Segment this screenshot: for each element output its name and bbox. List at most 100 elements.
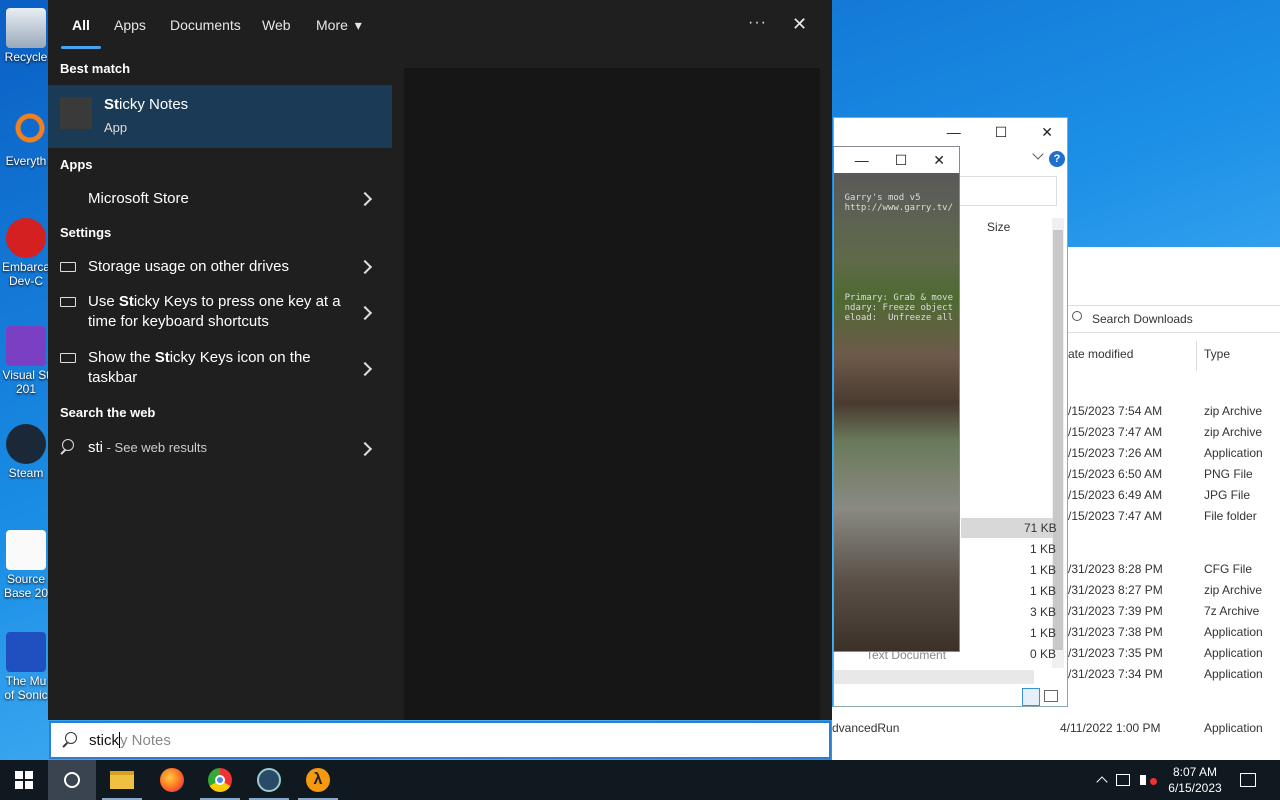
windows-logo-icon bbox=[15, 771, 33, 789]
type-column-header[interactable]: Type bbox=[1204, 347, 1230, 361]
desktop-icon-devcpp[interactable]: Embarca Dev-C bbox=[0, 218, 52, 288]
tab-more[interactable]: More ▾ bbox=[316, 17, 362, 34]
keyboard-icon bbox=[60, 353, 76, 363]
preview-pane bbox=[404, 68, 820, 720]
file-date: /15/2023 6:49 AM bbox=[1068, 488, 1163, 502]
desktop-icon-label: Embarca Dev-C bbox=[1, 260, 51, 288]
tab-web[interactable]: Web bbox=[262, 17, 291, 33]
search-icon bbox=[1072, 311, 1082, 321]
large-icons-view-icon[interactable] bbox=[1044, 690, 1058, 702]
desktop-icon-source-sdk[interactable]: Source Base 20 bbox=[0, 530, 52, 600]
vertical-scrollbar[interactable] bbox=[1052, 218, 1064, 668]
search-downloads-field[interactable]: Search Downloads bbox=[1068, 305, 1280, 333]
file-date: 4/11/2022 1:00 PM bbox=[1060, 721, 1161, 735]
result-label: Microsoft Store bbox=[88, 190, 189, 207]
action-center-button[interactable] bbox=[1226, 760, 1270, 800]
best-match-sticky-notes[interactable]: Sticky Notes App bbox=[48, 85, 392, 148]
folder-icon bbox=[110, 771, 134, 789]
game-viewport[interactable]: Garry's mod v5 http://www.garry.tv/ Prim… bbox=[834, 173, 959, 651]
chevron-up-icon[interactable] bbox=[1096, 776, 1108, 788]
result-sticky-keys-shortcut[interactable]: Use Sticky Keys to press one key at a ti… bbox=[48, 292, 392, 336]
recycle-bin-icon bbox=[6, 8, 46, 48]
result-label: sti - See web results bbox=[88, 439, 208, 456]
tab-apps[interactable]: Apps bbox=[114, 17, 146, 33]
minimize-icon[interactable]: — bbox=[855, 152, 869, 168]
taskbar: λ 8:07 AM 6/15/2023 bbox=[0, 760, 1280, 800]
clock-date: 6/15/2023 bbox=[1168, 781, 1222, 795]
date-modified-column-header[interactable]: ate modified bbox=[1068, 347, 1133, 361]
help-icon[interactable]: ? bbox=[1049, 151, 1065, 167]
chevron-right-icon[interactable] bbox=[357, 441, 373, 457]
taskbar-firefox[interactable] bbox=[148, 760, 196, 800]
taskbar-file-explorer[interactable] bbox=[98, 760, 146, 800]
taskbar-clock[interactable]: 8:07 AM 6/15/2023 bbox=[1160, 764, 1230, 796]
notification-icon bbox=[1240, 773, 1256, 787]
file-size: 3 KB bbox=[1030, 605, 1057, 619]
file-icon bbox=[6, 530, 46, 570]
file-type: zip Archive bbox=[1204, 425, 1263, 439]
result-storage-usage[interactable]: Storage usage on other drives bbox=[48, 254, 392, 278]
result-microsoft-store[interactable]: Microsoft Store bbox=[48, 186, 392, 210]
search-icon-handle bbox=[62, 742, 68, 748]
storage-icon bbox=[60, 262, 76, 272]
file-type: CFG File bbox=[1204, 562, 1252, 576]
tab-documents[interactable]: Documents bbox=[170, 17, 241, 33]
minimize-icon[interactable]: — bbox=[947, 124, 961, 140]
close-icon[interactable]: ✕ bbox=[933, 152, 945, 169]
file-size: 71 KB bbox=[1024, 521, 1057, 535]
maximize-icon[interactable]: ☐ bbox=[995, 124, 1008, 141]
firefox-icon bbox=[160, 768, 184, 792]
size-column-header[interactable]: Size bbox=[987, 220, 1010, 234]
keyboard-icon bbox=[60, 297, 76, 307]
best-match-header: Best match bbox=[60, 61, 131, 76]
chevron-right-icon[interactable] bbox=[357, 361, 373, 377]
apps-header: Apps bbox=[60, 157, 93, 172]
file-type: Application bbox=[1204, 625, 1263, 639]
details-view-icon[interactable] bbox=[1022, 688, 1040, 706]
file-name[interactable]: dvancedRun bbox=[832, 721, 899, 739]
more-options-icon[interactable]: ··· bbox=[748, 14, 767, 32]
result-web-search[interactable]: sti - See web results bbox=[48, 436, 392, 460]
file-type: Application bbox=[1204, 667, 1263, 681]
desktop-icon-steam[interactable]: Steam bbox=[0, 424, 52, 480]
start-button[interactable] bbox=[0, 760, 48, 800]
devcpp-icon bbox=[6, 218, 46, 258]
result-sticky-keys-taskbar[interactable]: Show the Sticky Keys icon on the taskbar bbox=[48, 348, 392, 392]
file-type: PNG File bbox=[1204, 467, 1253, 481]
close-icon[interactable]: ✕ bbox=[1041, 124, 1053, 141]
window-title-bar: — ☐ ✕ bbox=[834, 147, 959, 173]
desktop-icon-label: Everyth bbox=[5, 154, 47, 168]
file-date: /31/2023 7:34 PM bbox=[1068, 667, 1163, 681]
taskbar-steam[interactable] bbox=[245, 760, 293, 800]
taskbar-search-button[interactable] bbox=[48, 760, 96, 800]
horizontal-scrollbar[interactable] bbox=[834, 670, 1034, 684]
desktop-icon-recycle-bin[interactable]: Recycle bbox=[0, 8, 52, 64]
desktop-icon-sonic[interactable]: The Mu of Sonic bbox=[0, 632, 52, 702]
start-search-panel: All Apps Documents Web More ▾ ··· ✕ Best… bbox=[48, 0, 832, 720]
file-type: Application bbox=[1204, 721, 1263, 735]
network-icon[interactable] bbox=[1116, 774, 1130, 786]
close-icon[interactable]: ✕ bbox=[792, 14, 807, 35]
window-title-bar: — ☐ ✕ bbox=[834, 118, 1067, 146]
desktop-icon-everything[interactable]: Everyth bbox=[0, 112, 52, 168]
maximize-icon[interactable]: ☐ bbox=[895, 152, 908, 169]
steam-icon bbox=[257, 768, 281, 792]
taskbar-half-life[interactable]: λ bbox=[294, 760, 342, 800]
taskbar-chrome[interactable] bbox=[196, 760, 244, 800]
gmod-game-window[interactable]: — ☐ ✕ Garry's mod v5 http://www.garry.tv… bbox=[833, 146, 960, 652]
column-divider bbox=[1196, 341, 1197, 371]
file-type: JPG File bbox=[1204, 488, 1251, 502]
chevron-right-icon[interactable] bbox=[357, 191, 373, 207]
search-input[interactable]: sticky Notes bbox=[49, 721, 831, 759]
address-bar[interactable] bbox=[959, 176, 1057, 206]
file-type: Application bbox=[1204, 446, 1263, 460]
chevron-right-icon[interactable] bbox=[357, 305, 373, 321]
desktop-icon-visual-studio[interactable]: Visual St 201 bbox=[0, 326, 52, 396]
tab-all[interactable]: All bbox=[72, 17, 90, 33]
file-date: /31/2023 7:38 PM bbox=[1068, 625, 1163, 639]
system-tray bbox=[1096, 760, 1157, 800]
chevron-right-icon[interactable] bbox=[357, 259, 373, 275]
volume-muted-icon[interactable] bbox=[1140, 775, 1157, 785]
file-date: /15/2023 7:47 AM bbox=[1068, 509, 1163, 523]
file-type: 7z Archive bbox=[1204, 604, 1260, 618]
